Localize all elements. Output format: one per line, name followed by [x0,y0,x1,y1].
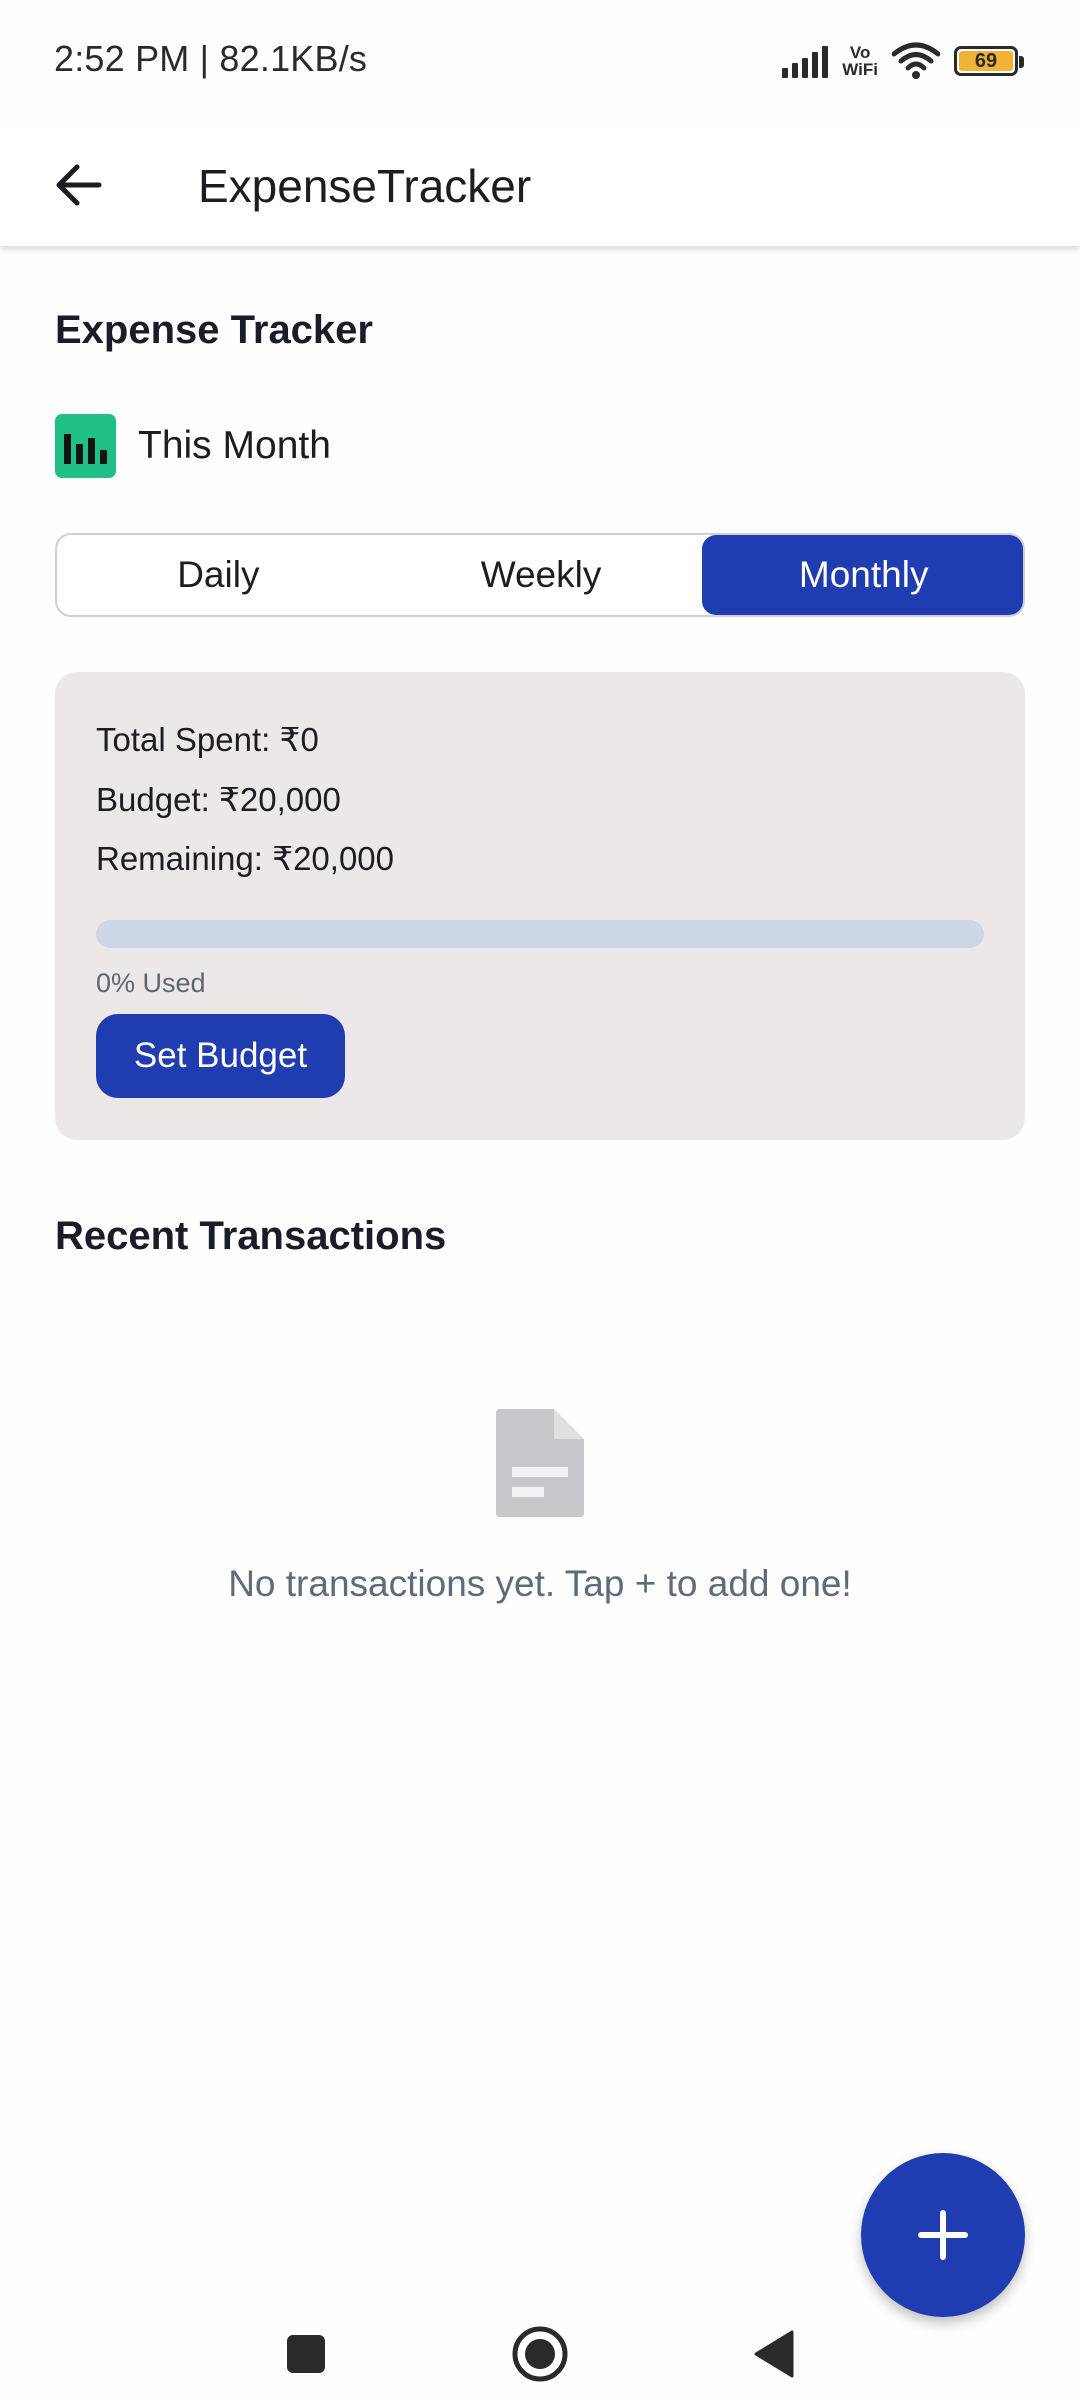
status-time: 2:52 PM | 82.1KB/s [54,38,368,79]
period-indicator: This Month [55,414,331,478]
add-transaction-button[interactable] [861,2153,1025,2317]
battery-level: 69 [959,50,1013,72]
battery-icon: 69 [954,46,1024,76]
bar-chart-icon [55,414,116,478]
tab-weekly[interactable]: Weekly [380,535,703,615]
vowifi-icon: Vo WiFi [842,44,878,78]
empty-state: No transactions yet. Tap + to add one! [0,1405,1080,1605]
system-nav-bar [0,2300,1080,2400]
wifi-icon [892,42,940,79]
budget-summary-card: Total Spent: ₹0 Budget: ₹20,000 Remainin… [55,672,1025,1140]
page-title: Expense Tracker [55,308,373,352]
remaining-amount: Remaining: ₹20,000 [96,840,395,877]
set-budget-button[interactable]: Set Budget [96,1014,345,1098]
period-label: This Month [138,424,331,467]
period-tabs: Daily Weekly Monthly [55,533,1025,617]
square-icon [287,2335,325,2373]
used-percentage: 0% Used [96,968,206,998]
home-button[interactable] [508,2322,572,2386]
triangle-back-icon [754,2330,794,2378]
tab-daily[interactable]: Daily [57,535,380,615]
plus-icon [918,2210,968,2260]
home-circle-icon [512,2326,568,2382]
budget-amount: Budget: ₹20,000 [96,781,341,818]
total-spent: Total Spent: ₹0 [96,721,319,758]
status-bar: 2:52 PM | 82.1KB/s Vo WiFi 69 [0,0,1080,125]
nav-back-button[interactable] [742,2322,806,2386]
tab-monthly[interactable]: Monthly [702,535,1023,615]
back-button[interactable] [40,147,116,223]
budget-progress-bar [96,920,984,948]
document-icon [496,1409,584,1517]
app-bar: ExpenseTracker [0,125,1080,247]
vowifi-bottom: WiFi [842,60,878,79]
recent-transactions-title: Recent Transactions [55,1214,447,1258]
app-title: ExpenseTracker [198,160,532,212]
vowifi-top: Vo [849,43,871,62]
status-icons: Vo WiFi 69 [782,36,1024,86]
signal-icon [782,44,829,78]
arrow-left-icon [56,164,102,206]
empty-message: No transactions yet. Tap + to add one! [228,1563,852,1604]
recents-button[interactable] [274,2322,338,2386]
